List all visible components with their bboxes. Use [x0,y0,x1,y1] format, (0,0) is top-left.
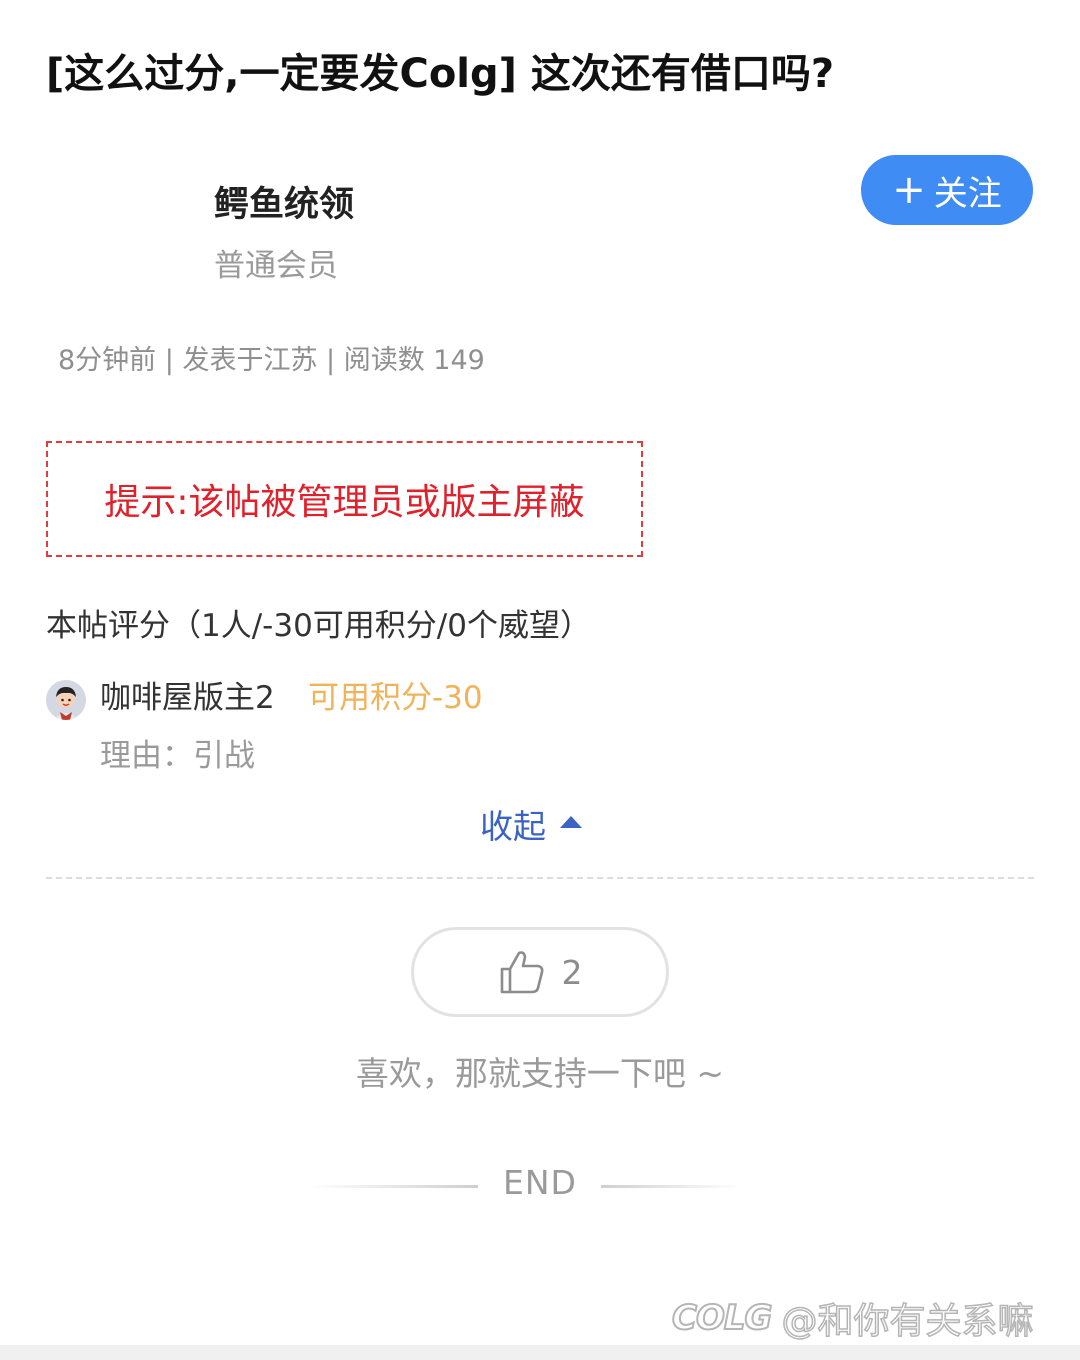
follow-label: 关注 [933,173,1002,214]
end-label: END [503,1163,577,1202]
avatar-icon [46,680,86,720]
watermark: COLG @和你有关系嘛 [671,1292,1035,1344]
rater-name[interactable]: 咖啡屋版主2 [100,672,275,717]
end-line-right [601,1185,741,1188]
bottom-bar [0,1345,1080,1360]
follow-button[interactable]: + 关注 [861,155,1033,225]
rating-summary: 本帖评分（1人/-30可用积分/0个威望） [46,608,591,644]
author-name[interactable]: 鳄鱼统领 [214,176,354,227]
like-count: 2 [561,952,583,992]
rating-reason: 理由：引战 [100,738,255,774]
blocked-notice-text: 提示:该帖被管理员或版主屏蔽 [104,482,585,523]
like-hint: 喜欢，那就支持一下吧 ~ [355,1054,725,1093]
rater-points: 可用积分-30 [308,680,483,716]
colg-logo: COLG [671,1297,773,1339]
caret-up-icon [560,816,582,828]
watermark-handle: @和你有关系嘛 [781,1300,1035,1343]
post-page: [这么过分,一定要发Colg] 这次还有借口吗? 鳄鱼统领 普通会员 + 关注 … [0,0,1080,1360]
plus-icon: + [892,167,926,213]
collapse-button[interactable]: 收起 [480,800,582,848]
like-button[interactable]: 2 [411,927,669,1017]
blocked-notice: 提示:该帖被管理员或版主屏蔽 [46,441,643,557]
avatar[interactable] [46,680,86,720]
author-rank: 普通会员 [214,248,338,284]
post-meta: 8分钟前 | 发表于江苏 | 阅读数 149 [58,345,485,376]
collapse-label: 收起 [480,807,546,846]
divider [46,877,1034,879]
thumbs-up-icon [500,951,543,994]
post-title: [这么过分,一定要发Colg] 这次还有借口吗? [46,51,835,97]
